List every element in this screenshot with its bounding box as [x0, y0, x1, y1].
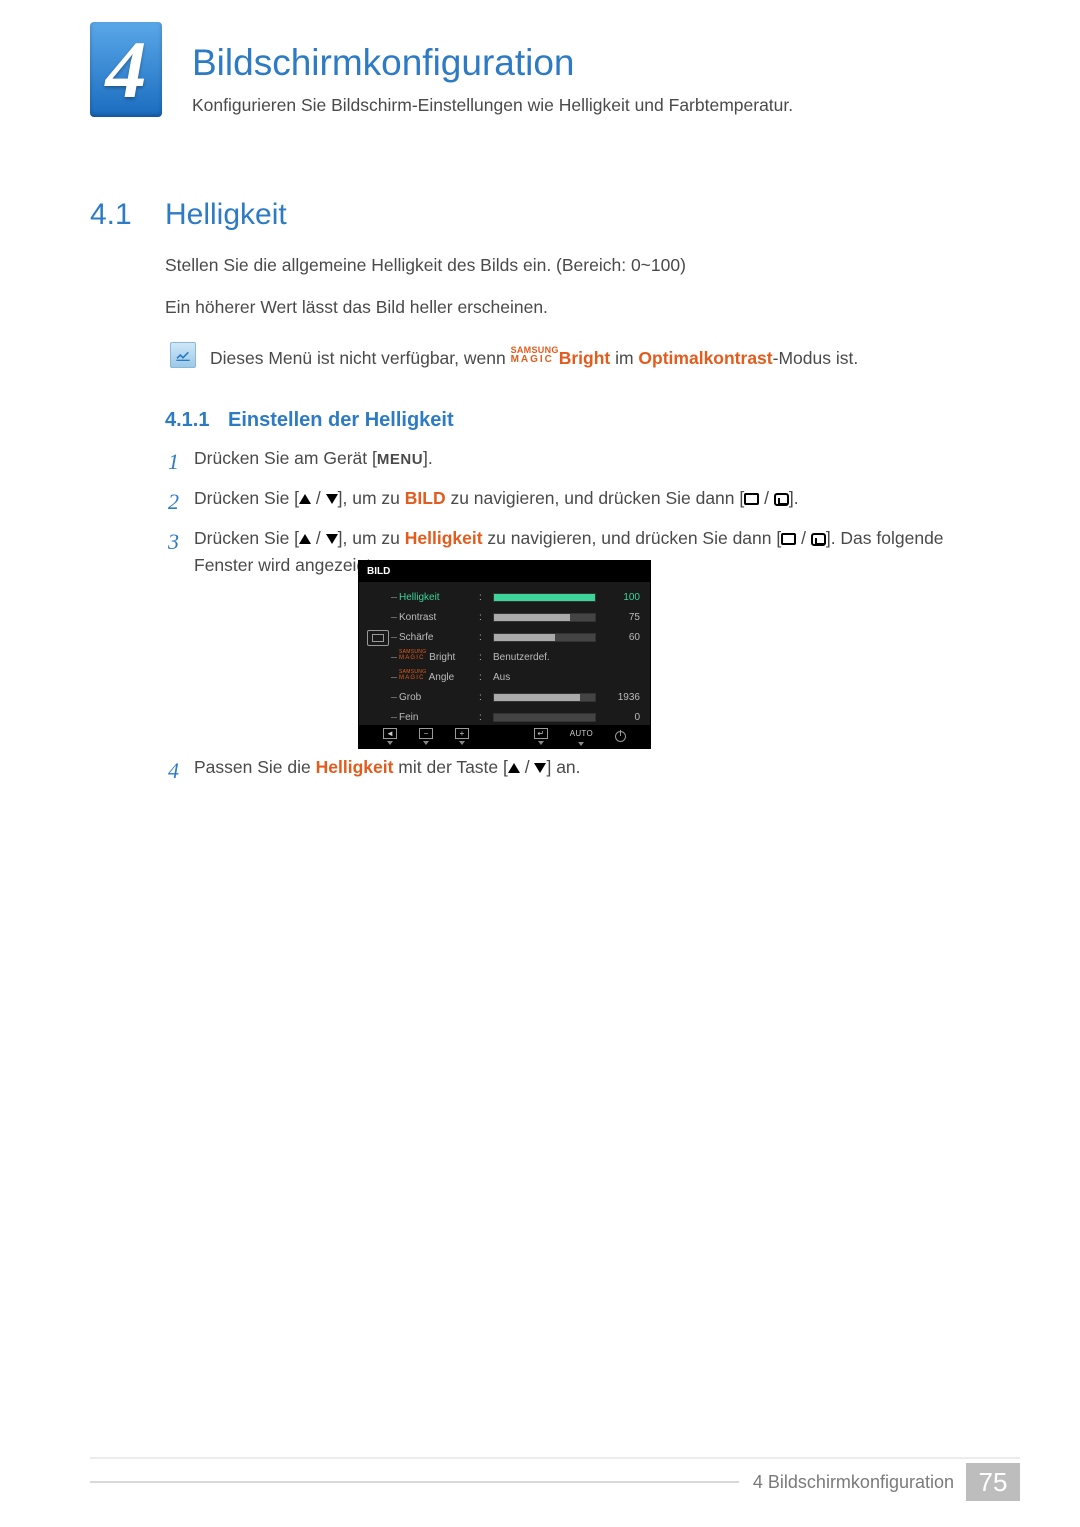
highlight-optimalkontrast: Optimalkontrast	[638, 348, 772, 368]
osd-nav-minus: −	[419, 728, 433, 745]
osd-category-icon	[367, 630, 389, 646]
step-2: 2 Drücken Sie [ / ], um zu BILD zu navig…	[168, 485, 990, 518]
step-number: 4	[168, 754, 194, 787]
osd-nav-plus: +	[455, 728, 469, 745]
highlight-bild: BILD	[405, 488, 446, 508]
highlight-bright: Bright	[559, 348, 611, 368]
subsection-number: 4.1.1	[165, 405, 209, 435]
osd-row: Helligkeit:100	[397, 587, 640, 607]
osd-nav-auto: AUTO	[570, 728, 593, 746]
note-icon	[170, 342, 196, 368]
osd-row: Schärfe:60	[397, 627, 640, 647]
highlight-helligkeit: Helligkeit	[405, 528, 483, 548]
chapter-badge: 4	[90, 22, 162, 117]
footer-page-number: 75	[966, 1463, 1020, 1501]
section-paragraph-1: Stellen Sie die allgemeine Helligkeit de…	[165, 252, 686, 278]
osd-footer: ◄ − + ↵ AUTO	[359, 725, 650, 748]
page-footer: 4 Bildschirmkonfiguration 75	[90, 1462, 1020, 1502]
osd-screenshot: BILD Helligkeit:100Kontrast:75Schärfe:60…	[358, 560, 651, 749]
step-4: 4 Passen Sie die Helligkeit mit der Tast…	[168, 754, 581, 787]
section-number: 4.1	[90, 192, 132, 237]
triangle-down-icon	[326, 534, 338, 544]
osd-row: Kontrast:75	[397, 607, 640, 627]
highlight-helligkeit: Helligkeit	[316, 757, 394, 777]
menu-label: MENU	[377, 451, 423, 468]
step-number: 1	[168, 445, 194, 478]
footer-chapter-label: 4 Bildschirmkonfiguration	[753, 1469, 954, 1496]
step-number: 3	[168, 525, 194, 579]
osd-title: BILD	[359, 561, 650, 582]
source-icon	[781, 533, 796, 545]
chapter-intro: Konfigurieren Sie Bildschirm-Einstellung…	[192, 92, 793, 118]
enter-icon	[811, 533, 826, 546]
osd-nav-left: ◄	[383, 728, 397, 745]
enter-icon	[774, 493, 789, 506]
section-paragraph-2: Ein höherer Wert lässt das Bild heller e…	[165, 294, 548, 320]
subsection-title: Einstellen der Helligkeit	[228, 405, 454, 435]
osd-nav-power	[615, 731, 626, 742]
triangle-up-icon	[508, 763, 520, 773]
triangle-down-icon	[534, 763, 546, 773]
samsung-magic-brand: SAMSUNGMAGIC	[511, 346, 559, 365]
osd-row: SAMSUNGMAGIC Bright:Benutzerdef.	[397, 647, 640, 667]
chapter-number: 4	[106, 8, 147, 131]
osd-nav-enter: ↵	[534, 728, 548, 745]
osd-row: SAMSUNGMAGIC Angle:Aus	[397, 667, 640, 687]
section-title: Helligkeit	[165, 192, 287, 237]
source-icon	[744, 493, 759, 505]
triangle-up-icon	[299, 494, 311, 504]
triangle-down-icon	[326, 494, 338, 504]
step-1: 1 Drücken Sie am Gerät [MENU].	[168, 445, 990, 478]
chapter-title: Bildschirmkonfiguration	[192, 35, 575, 91]
triangle-up-icon	[299, 534, 311, 544]
footer-rule	[90, 1457, 1020, 1459]
note-text: Dieses Menü ist nicht verfügbar, wenn SA…	[210, 345, 858, 371]
osd-row: Fein:0	[397, 707, 640, 727]
step-number: 2	[168, 485, 194, 518]
osd-row: Grob:1936	[397, 687, 640, 707]
